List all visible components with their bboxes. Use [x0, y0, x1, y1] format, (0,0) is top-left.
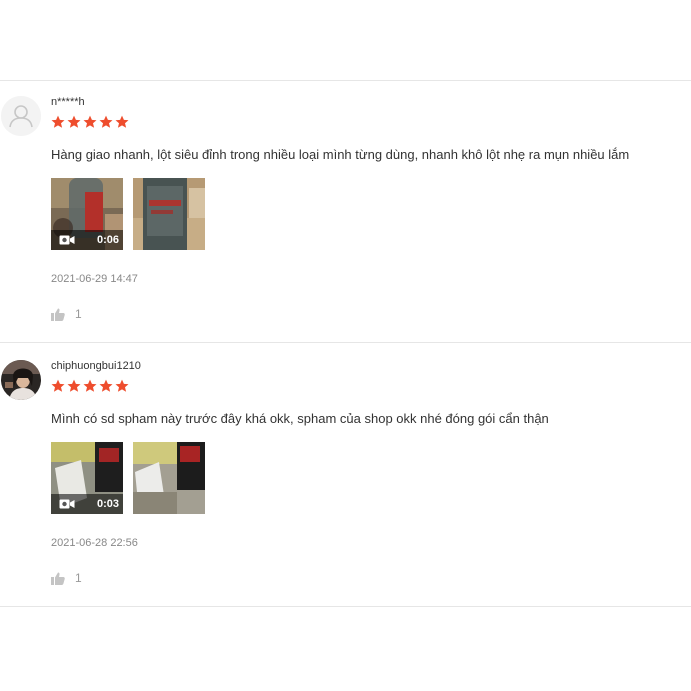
review-media: 0:03	[51, 442, 205, 514]
star-icon	[83, 379, 97, 392]
photo-thumbnail[interactable]	[133, 178, 205, 250]
review-date: 2021-06-28 22:56	[51, 537, 138, 549]
photo-thumbnail[interactable]	[133, 442, 205, 514]
like-row: 1	[51, 307, 82, 321]
review-date: 2021-06-29 14:47	[51, 273, 138, 285]
star-icon	[115, 115, 129, 128]
video-camera-icon	[59, 235, 75, 245]
username: n*****h	[51, 96, 85, 108]
star-icon	[67, 379, 81, 392]
video-camera-icon	[59, 499, 75, 509]
star-icon	[99, 115, 113, 128]
star-icon	[51, 379, 65, 392]
video-thumbnail[interactable]: 0:03	[51, 442, 123, 514]
video-duration: 0:03	[96, 498, 119, 510]
product-photo	[133, 442, 205, 514]
star-icon	[99, 379, 113, 392]
review-item: chiphuongbui1210 Mình có sd spham này tr…	[0, 344, 691, 606]
video-thumbnail[interactable]: 0:06	[51, 178, 123, 250]
like-row: 1	[51, 571, 82, 585]
thumbs-up-icon[interactable]	[51, 308, 65, 321]
review-comment: Hàng giao nhanh, lột siêu đỉnh trong nhi…	[51, 147, 630, 162]
review-media: 0:06	[51, 178, 205, 250]
star-icon	[67, 115, 81, 128]
thumbs-up-icon[interactable]	[51, 572, 65, 585]
video-duration: 0:06	[96, 234, 119, 246]
star-icon	[51, 115, 65, 128]
review-item: n*****h Hàng giao nhanh, lột siêu đỉnh t…	[0, 80, 691, 342]
star-rating	[51, 379, 129, 393]
review-comment: Mình có sd spham này trước đây khá okk, …	[51, 411, 549, 426]
star-icon	[115, 379, 129, 392]
like-count: 1	[75, 307, 82, 321]
avatar[interactable]	[1, 96, 41, 136]
video-overlay: 0:03	[51, 494, 123, 514]
divider-middle	[0, 342, 691, 343]
star-rating	[51, 115, 129, 129]
product-photo	[133, 178, 205, 250]
avatar[interactable]	[1, 360, 41, 400]
divider-bottom	[0, 606, 691, 607]
video-overlay: 0:06	[51, 230, 123, 250]
username: chiphuongbui1210	[51, 360, 141, 372]
user-photo	[1, 360, 41, 400]
star-icon	[83, 115, 97, 128]
like-count: 1	[75, 571, 82, 585]
default-user-icon	[1, 96, 41, 136]
